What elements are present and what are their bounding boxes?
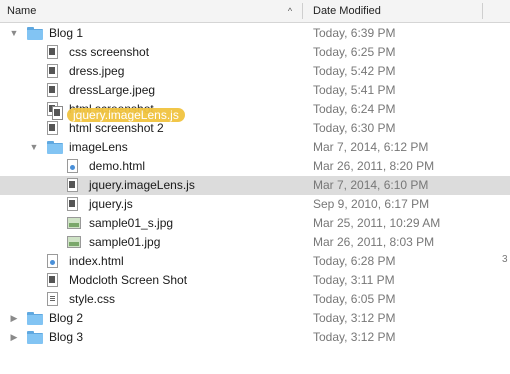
folder-row[interactable]: ▶ Blog 2 Today, 3:12 PM — [0, 309, 510, 328]
date-modified: Today, 6:25 PM — [313, 45, 396, 59]
date-modified: Today, 3:12 PM — [313, 330, 396, 344]
date-modified: Mar 7, 2014, 6:12 PM — [313, 140, 429, 154]
date-modified: Today, 5:41 PM — [313, 83, 396, 97]
file-name: sample01.jpg — [89, 235, 161, 249]
file-name: dress.jpeg — [69, 64, 125, 78]
file-row[interactable]: index.html Today, 6:28 PM — [0, 252, 510, 271]
file-name: demo.html — [89, 159, 146, 173]
file-name: style.css — [69, 292, 116, 306]
date-modified: Today, 6:39 PM — [313, 26, 396, 40]
date-modified: Today, 5:42 PM — [313, 64, 396, 78]
file-name: Blog 1 — [49, 26, 84, 40]
sort-chevron-icon[interactable]: ^ — [284, 0, 296, 22]
file-row[interactable]: jquery.imageLens.js Mar 7, 2014, 6:10 PM — [0, 176, 510, 195]
file-name: dressLarge.jpeg — [69, 83, 156, 97]
folder-icon — [27, 331, 43, 344]
date-modified: Today, 6:05 PM — [313, 292, 396, 306]
file-icon — [47, 273, 58, 287]
file-name: jquery.js — [89, 197, 133, 211]
date-modified: Today, 6:30 PM — [313, 121, 396, 135]
document-icon — [47, 292, 58, 306]
column-divider[interactable] — [482, 3, 483, 19]
folder-row[interactable]: ▼ imageLens Mar 7, 2014, 6:12 PM — [0, 138, 510, 157]
folder-row[interactable]: ▶ Blog 3 Today, 3:12 PM — [0, 328, 510, 347]
date-modified: Mar 26, 2011, 8:20 PM — [313, 159, 435, 173]
file-icon — [47, 121, 58, 135]
date-modified: Mar 7, 2014, 6:10 PM — [313, 178, 429, 192]
image-file-icon — [67, 217, 81, 229]
date-modified: Mar 25, 2011, 10:29 AM — [313, 216, 441, 230]
file-row[interactable]: jquery.js Sep 9, 2010, 6:17 PM — [0, 195, 510, 214]
date-modified: Mar 26, 2011, 8:03 PM — [313, 235, 435, 249]
file-name: Modcloth Screen Shot — [69, 273, 188, 287]
date-modified: Today, 3:11 PM — [313, 273, 395, 287]
drag-ghost-file-icon — [52, 106, 63, 120]
column-header: Name ^ Date Modified — [0, 0, 510, 23]
file-row[interactable]: Modcloth Screen Shot Today, 3:11 PM — [0, 271, 510, 290]
file-icon — [47, 45, 58, 59]
file-name: sample01_s.jpg — [89, 216, 174, 230]
column-divider[interactable] — [302, 3, 303, 19]
file-icon — [47, 83, 58, 97]
truncated-column-text: 3 — [502, 254, 508, 265]
file-name: Blog 3 — [49, 330, 84, 344]
expand-triangle-icon[interactable]: ▶ — [8, 309, 20, 328]
date-modified: Today, 3:12 PM — [313, 311, 396, 325]
folder-icon — [27, 27, 43, 40]
folder-icon — [27, 312, 43, 325]
date-modified: Today, 6:28 PM — [313, 254, 396, 268]
html-file-icon — [67, 159, 78, 173]
file-row[interactable]: sample01.jpg Mar 26, 2011, 8:03 PM — [0, 233, 510, 252]
collapse-triangle-icon[interactable]: ▼ — [8, 24, 20, 43]
folder-icon — [47, 141, 63, 154]
file-row[interactable]: sample01_s.jpg Mar 25, 2011, 10:29 AM — [0, 214, 510, 233]
file-row[interactable]: dressLarge.jpeg Today, 5:41 PM — [0, 81, 510, 100]
date-modified: Today, 6:24 PM — [313, 102, 396, 116]
file-name: index.html — [69, 254, 124, 268]
file-name: Blog 2 — [49, 311, 84, 325]
html-file-icon — [47, 254, 58, 268]
file-icon — [67, 178, 78, 192]
image-file-icon — [67, 236, 81, 248]
folder-row[interactable]: ▼ Blog 1 Today, 6:39 PM — [0, 24, 510, 43]
file-name: jquery.imageLens.js — [89, 178, 195, 192]
drag-ghost-label: jquery.imageLens.js — [67, 108, 185, 122]
file-icon — [67, 197, 78, 211]
file-icon — [47, 64, 58, 78]
file-row[interactable]: css screenshot Today, 6:25 PM — [0, 43, 510, 62]
expand-triangle-icon[interactable]: ▶ — [8, 328, 20, 347]
file-name: css screenshot — [69, 45, 150, 59]
date-modified-column-header[interactable]: Date Modified — [313, 0, 381, 22]
name-column-header[interactable]: Name — [7, 0, 36, 22]
file-row[interactable]: dress.jpeg Today, 5:42 PM — [0, 62, 510, 81]
collapse-triangle-icon[interactable]: ▼ — [28, 138, 40, 157]
date-modified: Sep 9, 2010, 6:17 PM — [313, 197, 430, 211]
file-row[interactable]: style.css Today, 6:05 PM — [0, 290, 510, 309]
file-row[interactable]: demo.html Mar 26, 2011, 8:20 PM — [0, 157, 510, 176]
file-name: imageLens — [69, 140, 128, 154]
